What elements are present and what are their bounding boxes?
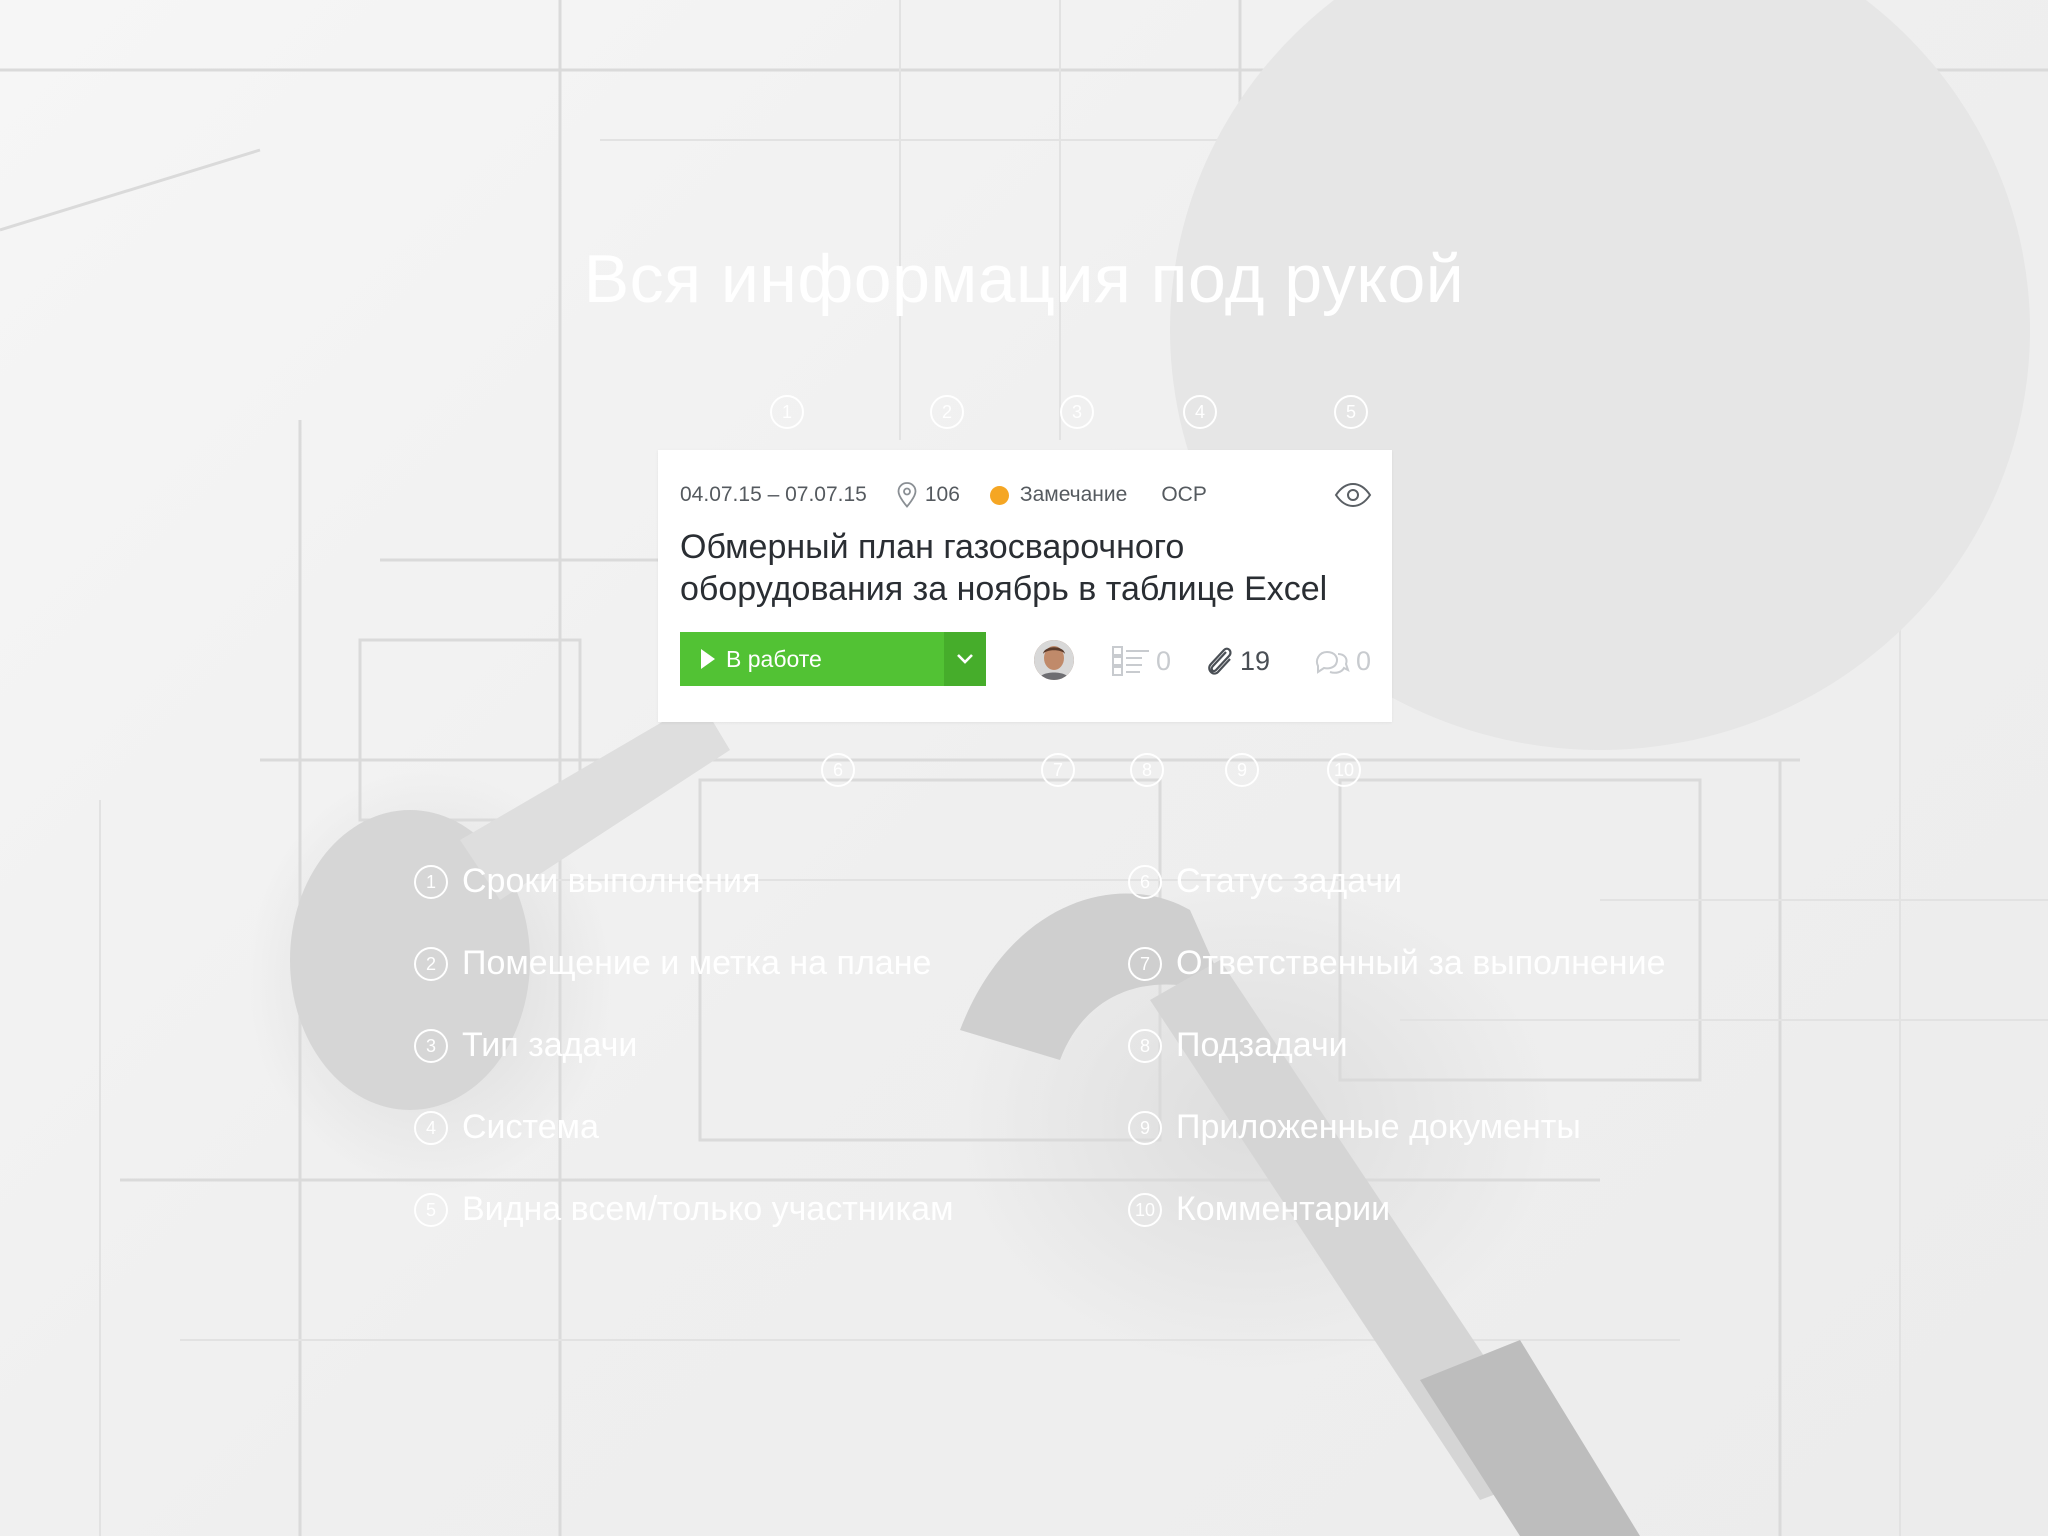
legend-number: 6 bbox=[1128, 864, 1162, 899]
marker-2: 2 bbox=[930, 395, 964, 429]
legend-number: 5 bbox=[414, 1192, 448, 1227]
marker-3: 3 bbox=[1060, 395, 1094, 429]
task-type: Замечание bbox=[989, 483, 1128, 507]
play-icon bbox=[700, 648, 716, 670]
status-label: В работе bbox=[726, 645, 822, 672]
legend-number: 10 bbox=[1128, 1192, 1162, 1227]
comments-stat[interactable]: 0 bbox=[1314, 642, 1371, 680]
legend-text: Статус задачи bbox=[1176, 862, 1403, 900]
eye-icon[interactable] bbox=[1334, 478, 1372, 512]
legend-item-9: 9 Приложенные документы bbox=[1128, 1108, 1581, 1147]
marker-1: 1 bbox=[770, 395, 804, 429]
task-system: ОСР bbox=[1161, 483, 1207, 506]
headline: Вся информация под рукой bbox=[583, 241, 1465, 317]
marker-8: 8 bbox=[1130, 753, 1164, 787]
legend-text: Подзадачи bbox=[1176, 1026, 1348, 1064]
status-button[interactable]: В работе bbox=[680, 632, 986, 686]
subtasks-icon bbox=[1112, 646, 1149, 676]
marker-10: 10 bbox=[1327, 753, 1361, 787]
chevron-down-icon bbox=[957, 654, 973, 664]
legend-number: 8 bbox=[1128, 1028, 1162, 1063]
legend-number: 2 bbox=[414, 946, 448, 981]
legend-item-3: 3 Тип задачи bbox=[414, 1026, 637, 1065]
task-type-label: Замечание bbox=[1019, 483, 1128, 506]
legend-item-10: 10 Комментарии bbox=[1128, 1190, 1390, 1229]
comments-icon bbox=[1316, 650, 1350, 674]
location-pin-icon bbox=[897, 482, 917, 508]
legend-item-6: 6 Статус задачи bbox=[1128, 862, 1402, 901]
marker-7: 7 bbox=[1041, 753, 1075, 787]
legend-item-7: 7 Ответственный за выполнение bbox=[1128, 944, 1665, 983]
legend-number: 9 bbox=[1128, 1110, 1162, 1145]
legend-item-2: 2 Помещение и метка на плане bbox=[414, 944, 931, 983]
legend-text: Система bbox=[462, 1108, 599, 1146]
attachments-count: 19 bbox=[1240, 645, 1271, 676]
legend-text: Ответственный за выполнение bbox=[1176, 944, 1666, 982]
task-dates: 04.07.15 – 07.07.15 bbox=[680, 483, 867, 506]
attachments-stat[interactable]: 19 bbox=[1204, 642, 1270, 680]
assignee-avatar[interactable] bbox=[1034, 640, 1074, 680]
legend-number: 3 bbox=[414, 1028, 448, 1063]
task-title[interactable]: Обмерный план газосварочного оборудовани… bbox=[680, 526, 1380, 610]
comments-count: 0 bbox=[1356, 645, 1372, 676]
paperclip-icon bbox=[1208, 647, 1232, 675]
blueprint-lines bbox=[0, 0, 2048, 1536]
marker-9: 9 bbox=[1225, 753, 1259, 787]
task-meta: 04.07.15 – 07.07.15 106 Замечание ОСР bbox=[680, 480, 1372, 510]
task-type-dot bbox=[989, 485, 1009, 505]
legend-text: Комментарии bbox=[1176, 1190, 1391, 1228]
legend-text: Тип задачи bbox=[462, 1026, 638, 1064]
marker-4: 4 bbox=[1183, 395, 1217, 429]
legend-number: 1 bbox=[414, 864, 448, 899]
legend-item-5: 5 Видна всем/только участникам bbox=[414, 1190, 953, 1229]
task-card[interactable]: 04.07.15 – 07.07.15 106 Замечание ОСР Об… bbox=[658, 450, 1392, 722]
legend-text: Сроки выполнения bbox=[462, 862, 761, 900]
legend-number: 4 bbox=[414, 1110, 448, 1145]
status-dropdown[interactable] bbox=[944, 632, 986, 686]
task-room-number: 106 bbox=[924, 483, 960, 506]
marker-5: 5 bbox=[1334, 395, 1368, 429]
subtasks-count: 0 bbox=[1156, 645, 1172, 676]
avatar-face bbox=[1034, 640, 1074, 680]
marker-6: 6 bbox=[821, 753, 855, 787]
legend-item-4: 4 Система bbox=[414, 1108, 599, 1147]
legend-text: Приложенные документы bbox=[1176, 1108, 1581, 1146]
legend-text: Видна всем/только участникам bbox=[462, 1190, 954, 1228]
legend-item-1: 1 Сроки выполнения bbox=[414, 862, 760, 901]
subtasks-stat[interactable]: 0 bbox=[1112, 642, 1171, 680]
task-room[interactable]: 106 bbox=[897, 482, 960, 508]
legend-text: Помещение и метка на плане bbox=[462, 944, 932, 982]
legend-item-8: 8 Подзадачи bbox=[1128, 1026, 1348, 1065]
legend-number: 7 bbox=[1128, 946, 1162, 981]
background-blueprint bbox=[0, 0, 2048, 1536]
